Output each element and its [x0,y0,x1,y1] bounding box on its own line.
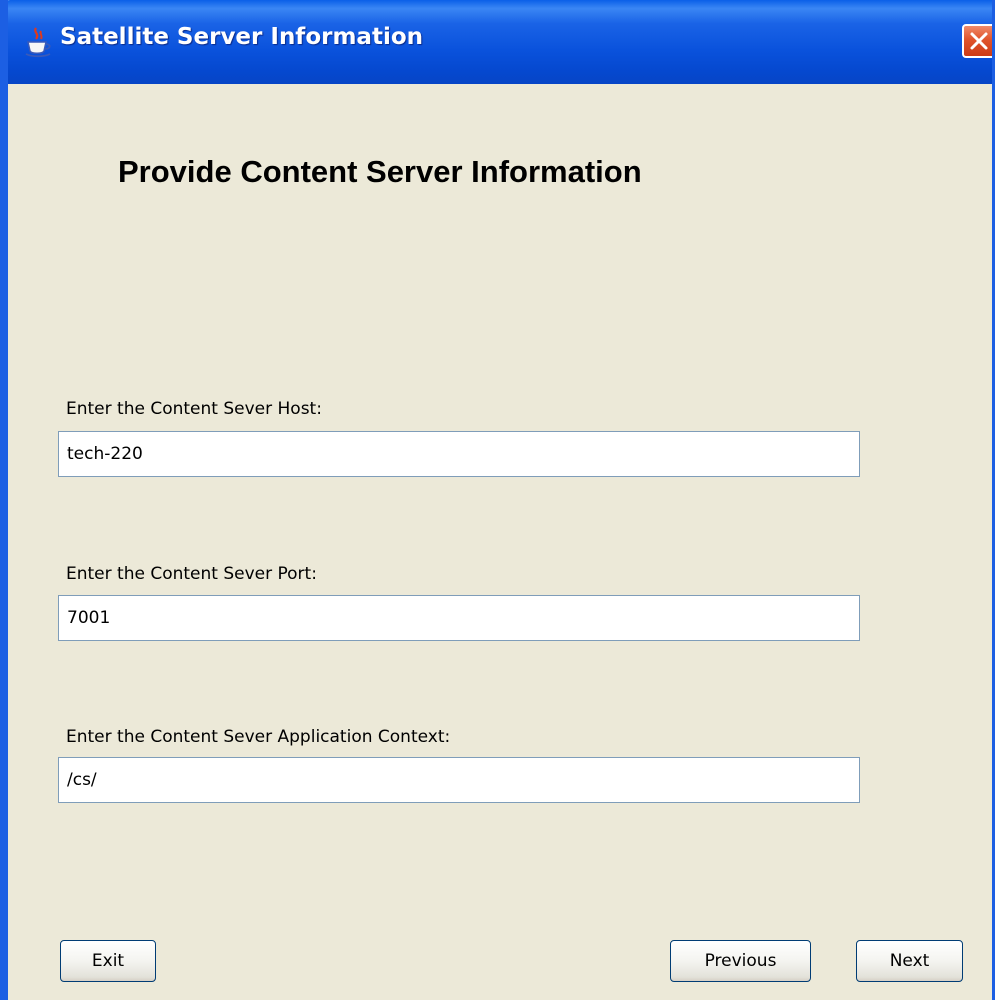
dialog-window: Satellite Server Information Provide Con… [0,0,995,1000]
window-title: Satellite Server Information [60,24,424,50]
dialog-content: Provide Content Server Information Enter… [8,84,992,1000]
context-label: Enter the Content Sever Application Cont… [66,727,451,747]
next-button[interactable]: Next [856,940,963,982]
java-cup-icon [22,26,54,58]
port-label: Enter the Content Sever Port: [66,564,317,584]
close-button[interactable] [962,24,992,58]
previous-button[interactable]: Previous [670,940,811,982]
context-input[interactable] [58,757,860,803]
exit-button[interactable]: Exit [60,940,156,982]
port-input[interactable] [58,595,860,641]
title-bar[interactable]: Satellite Server Information [8,0,992,84]
host-label: Enter the Content Sever Host: [66,399,322,419]
page-heading: Provide Content Server Information [118,154,642,189]
host-input[interactable] [58,431,860,477]
close-icon [970,32,988,50]
